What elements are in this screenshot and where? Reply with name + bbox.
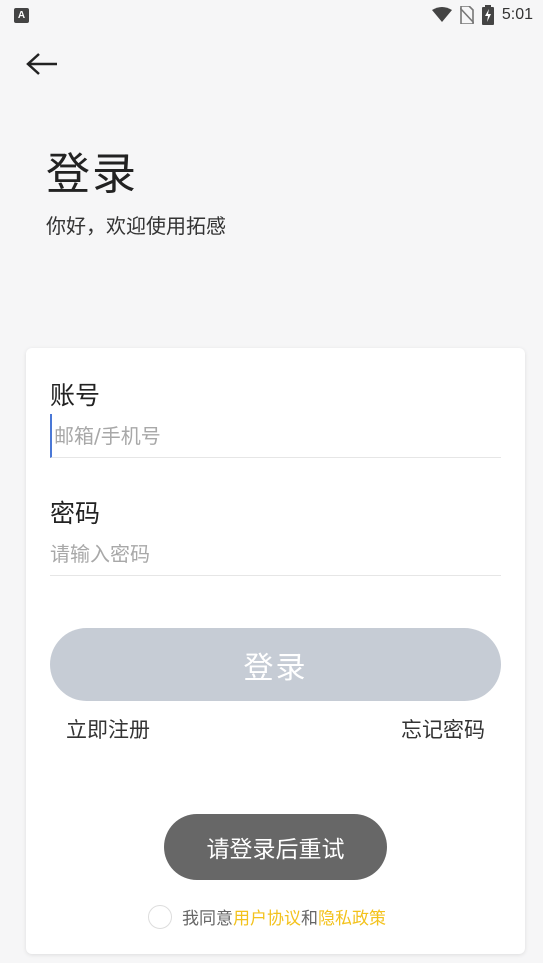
wifi-icon xyxy=(431,7,452,23)
agreement-checkbox[interactable] xyxy=(148,904,172,929)
page-title: 登录 xyxy=(46,149,138,200)
status-left: A xyxy=(14,7,29,23)
user-agreement-link[interactable]: 用户协议 xyxy=(233,909,301,929)
status-bar: A 5:01 xyxy=(0,0,543,30)
account-input[interactable] xyxy=(50,414,501,458)
register-link[interactable]: 立即注册 xyxy=(66,714,150,744)
password-input[interactable] xyxy=(50,532,501,576)
welcome-subtitle: 你好，欢迎使用拓感 xyxy=(46,214,226,238)
agreement-row: 我同意用户协议和隐私政策 xyxy=(148,904,386,929)
no-sim-icon xyxy=(459,6,474,24)
agreement-and: 和 xyxy=(301,909,318,929)
login-button[interactable]: 登录 xyxy=(50,628,501,701)
login-card: 账号 密码 登录 立即注册 忘记密码 请登录后重试 我同意用户协议和隐私政策 xyxy=(26,348,525,954)
battery-charging-icon xyxy=(481,5,494,25)
agreement-prefix: 我同意 xyxy=(182,909,233,929)
privacy-policy-link[interactable]: 隐私政策 xyxy=(318,909,386,929)
back-button[interactable] xyxy=(22,44,62,84)
forgot-password-link[interactable]: 忘记密码 xyxy=(401,714,485,744)
app-notification-icon: A xyxy=(14,7,29,23)
account-label: 账号 xyxy=(50,381,101,410)
password-label: 密码 xyxy=(50,499,101,528)
status-right: 5:01 xyxy=(431,5,533,25)
toast-message: 请登录后重试 xyxy=(164,814,387,880)
status-time: 5:01 xyxy=(501,6,533,23)
arrow-left-icon xyxy=(26,53,57,75)
